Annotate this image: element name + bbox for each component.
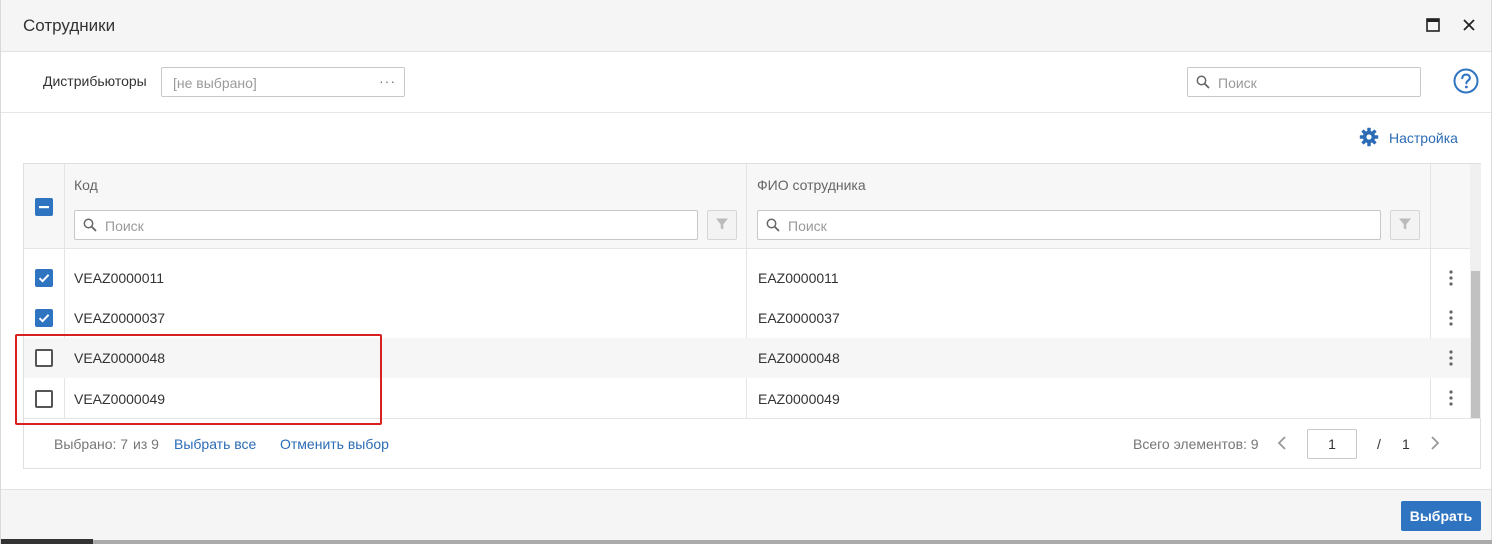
chevron-right-icon[interactable] bbox=[1428, 433, 1442, 453]
chevron-left-icon[interactable] bbox=[1275, 433, 1289, 453]
code-search-input[interactable] bbox=[105, 217, 603, 235]
employees-grid: Код ФИО сотрудника bbox=[23, 163, 1481, 469]
cell-employee-name: EAZ0000037 bbox=[758, 310, 840, 326]
column-divider bbox=[746, 164, 747, 249]
selected-total: из 9 bbox=[133, 436, 159, 452]
cell-code: VEAZ0000037 bbox=[74, 310, 166, 326]
window-edge-strip bbox=[93, 540, 1492, 544]
name-search-input[interactable] bbox=[788, 217, 1286, 235]
column-divider bbox=[1430, 164, 1431, 249]
window-edge-strip bbox=[1, 539, 93, 544]
grid-footer: Выбрано: 7 из 9 Выбрать все Отменить выб… bbox=[24, 418, 1480, 468]
gear-icon bbox=[1359, 127, 1379, 150]
total-elements: Всего элементов: 9 bbox=[1133, 436, 1259, 452]
page-separator: / bbox=[1377, 436, 1381, 452]
search-icon bbox=[766, 218, 780, 235]
distributors-lookup-field[interactable]: [не выбрано] ··· bbox=[161, 67, 405, 97]
grid-scrollbar[interactable] bbox=[1470, 164, 1481, 418]
cell-code: VEAZ0000049 bbox=[74, 391, 166, 407]
settings-label: Настройка bbox=[1389, 130, 1458, 146]
table-row[interactable]: VEAZ0000037 EAZ0000037 bbox=[24, 298, 1470, 338]
clear-selection-link[interactable]: Отменить выбор bbox=[280, 436, 389, 452]
close-icon[interactable] bbox=[1458, 14, 1480, 36]
page-number-input[interactable] bbox=[1307, 429, 1357, 459]
distributors-label: Дистрибьюторы bbox=[43, 73, 147, 89]
selected-count: Выбрано: 7 bbox=[54, 436, 129, 452]
table-row[interactable]: VEAZ0000049 EAZ0000049 bbox=[24, 378, 1470, 418]
filter-icon bbox=[715, 217, 729, 234]
employees-dialog: Сотрудники Дистрибьюторы [не выбрано] ··… bbox=[0, 0, 1492, 544]
cell-employee-name: EAZ0000011 bbox=[758, 270, 839, 286]
scrollbar-thumb[interactable] bbox=[1471, 271, 1480, 418]
lookup-dots-icon[interactable]: ··· bbox=[379, 73, 396, 89]
grid-body: VEAZ0000011 EAZ0000011 VEAZ0000037 EAZ00… bbox=[24, 249, 1470, 418]
settings-button[interactable]: Настройка bbox=[1359, 127, 1458, 149]
filter-bar: Дистрибьюторы [не выбрано] ··· bbox=[1, 52, 1491, 113]
global-search-input[interactable] bbox=[1218, 74, 1408, 92]
global-search-field[interactable] bbox=[1187, 67, 1421, 97]
grid-header: Код ФИО сотрудника bbox=[24, 164, 1470, 249]
row-menu-icon[interactable] bbox=[1442, 347, 1460, 369]
row-checkbox[interactable] bbox=[35, 309, 53, 327]
header-select-all-checkbox[interactable] bbox=[35, 198, 53, 216]
page-total: 1 bbox=[1402, 436, 1410, 452]
select-button[interactable]: Выбрать bbox=[1401, 501, 1481, 531]
code-search-field[interactable] bbox=[74, 210, 698, 240]
table-row[interactable]: VEAZ0000011 EAZ0000011 bbox=[24, 258, 1470, 298]
cell-employee-name: EAZ0000048 bbox=[758, 350, 840, 366]
row-menu-icon[interactable] bbox=[1442, 307, 1460, 329]
row-checkbox[interactable] bbox=[35, 390, 53, 408]
dialog-title: Сотрудники bbox=[23, 16, 116, 35]
cell-code: VEAZ0000048 bbox=[74, 350, 166, 366]
column-header-code[interactable]: Код bbox=[74, 177, 98, 193]
row-menu-icon[interactable] bbox=[1442, 267, 1460, 289]
select-all-link[interactable]: Выбрать все bbox=[174, 436, 256, 452]
column-header-employee-name[interactable]: ФИО сотрудника bbox=[757, 177, 866, 193]
table-row[interactable]: VEAZ0000048 EAZ0000048 bbox=[24, 338, 1470, 378]
dialog-titlebar: Сотрудники bbox=[1, 0, 1491, 52]
row-menu-icon[interactable] bbox=[1442, 387, 1460, 409]
code-filter-button[interactable] bbox=[707, 210, 737, 240]
cell-code: VEAZ0000011 bbox=[74, 270, 165, 286]
column-divider bbox=[64, 164, 65, 249]
dialog-action-bar: Выбрать bbox=[1, 489, 1491, 544]
cell-employee-name: EAZ0000049 bbox=[758, 391, 840, 407]
search-icon bbox=[83, 218, 97, 235]
search-icon bbox=[1196, 75, 1210, 92]
name-search-field[interactable] bbox=[757, 210, 1381, 240]
name-filter-button[interactable] bbox=[1390, 210, 1420, 240]
row-checkbox[interactable] bbox=[35, 349, 53, 367]
maximize-icon[interactable] bbox=[1422, 14, 1444, 36]
help-icon[interactable] bbox=[1453, 68, 1479, 94]
filter-icon bbox=[1398, 217, 1412, 234]
row-checkbox[interactable] bbox=[35, 269, 53, 287]
distributors-placeholder: [не выбрано] bbox=[173, 75, 257, 91]
